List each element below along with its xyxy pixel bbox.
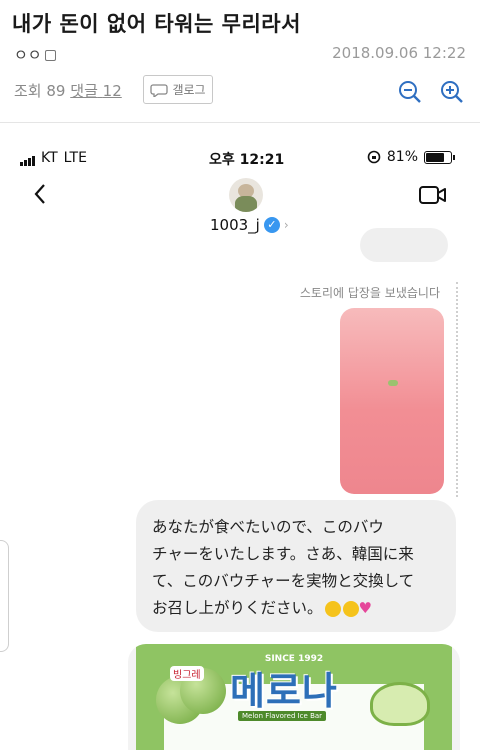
gallog-button[interactable]: 갤로그 bbox=[143, 75, 213, 104]
anonymous-badge-icon bbox=[44, 50, 56, 61]
melon-slice-image bbox=[370, 682, 430, 726]
post-date: 2018.09.06 12:22 bbox=[332, 44, 466, 62]
side-panel-edge[interactable] bbox=[0, 540, 9, 652]
carrier-name: KT bbox=[41, 150, 58, 166]
views-label: 조회 bbox=[14, 82, 42, 100]
comments-link[interactable]: 댓글 12 bbox=[70, 82, 121, 100]
rofl-emoji bbox=[342, 600, 359, 617]
divider bbox=[0, 122, 480, 123]
story-reply-line bbox=[456, 282, 458, 497]
video-call-icon[interactable] bbox=[418, 184, 448, 206]
attached-screenshot: KT LTE 오후 12:21 81% 1003_j ✓ › 스토리에 답장을 … bbox=[14, 140, 464, 750]
message-thread: 스토리에 답장을 보냈습니다 あなたが食べたいので、このバウ チャーをいたします… bbox=[14, 228, 464, 750]
previous-message-bubble bbox=[360, 228, 448, 262]
message-text: あなたが食べたいので、このバウ チャーをいたします。さあ、韓国に来 て、このバウ… bbox=[152, 518, 415, 617]
melona-sticker-image bbox=[382, 380, 404, 387]
rofl-emoji bbox=[324, 600, 341, 617]
melona-wrapper-image: SINCE 1992 빙그레 메로나 Melon Flavored Ice Ba… bbox=[136, 644, 452, 750]
username: 1003_j bbox=[210, 216, 260, 234]
post-meta: 조회 89 댓글 12 bbox=[14, 80, 122, 101]
status-right: 81% bbox=[367, 149, 455, 165]
sparkling-heart-emoji: ♥ bbox=[358, 599, 372, 617]
product-subtitle: Melon Flavored Ice Bar bbox=[238, 711, 327, 721]
zoom-out-icon[interactable] bbox=[398, 80, 422, 104]
message-body: あなたが食べたいので、このバウ チャーをいたします。さあ、韓国に来 て、このバウ… bbox=[152, 514, 448, 622]
story-reply-label: 스토리에 답장을 보냈습니다 bbox=[299, 286, 440, 300]
message-bubble[interactable]: あなたが食べたいので、このバウ チャーをいたします。さあ、韓国に来 て、このバウ… bbox=[136, 500, 456, 632]
speech-bubble-icon bbox=[150, 83, 169, 97]
chevron-right-icon: › bbox=[283, 218, 289, 232]
verified-icon: ✓ bbox=[263, 217, 280, 233]
story-thumbnail[interactable] bbox=[340, 308, 444, 494]
zoom-in-icon[interactable] bbox=[440, 80, 464, 104]
comments-label: 댓글 bbox=[70, 82, 98, 100]
avatar[interactable] bbox=[229, 178, 263, 212]
brand-logo: 빙그레 bbox=[170, 666, 204, 681]
carrier-info: KT LTE bbox=[20, 150, 87, 166]
back-icon[interactable] bbox=[32, 182, 48, 206]
chat-user[interactable]: 1003_j ✓ › bbox=[210, 216, 289, 234]
rotation-lock-icon bbox=[367, 150, 381, 164]
network-type: LTE bbox=[63, 150, 87, 166]
gallog-label: 갤로그 bbox=[172, 83, 206, 97]
battery-icon bbox=[424, 150, 455, 164]
product-name: 메로나 bbox=[230, 669, 338, 713]
product-image-message[interactable]: SINCE 1992 빙그레 메로나 Melon Flavored Ice Ba… bbox=[128, 644, 460, 750]
phone-status-bar: KT LTE 오후 12:21 81% bbox=[14, 140, 464, 174]
post-title: 내가 돈이 없어 타워는 무리라서 bbox=[12, 12, 301, 36]
author-name: ㅇㅇ bbox=[14, 46, 42, 64]
status-time: 오후 12:21 bbox=[209, 152, 285, 168]
post-author[interactable]: ㅇㅇ bbox=[14, 44, 56, 65]
signal-icon bbox=[20, 156, 35, 166]
battery-percent: 81% bbox=[386, 149, 418, 165]
views-count: 89 bbox=[46, 82, 66, 100]
comments-count: 12 bbox=[102, 82, 122, 100]
